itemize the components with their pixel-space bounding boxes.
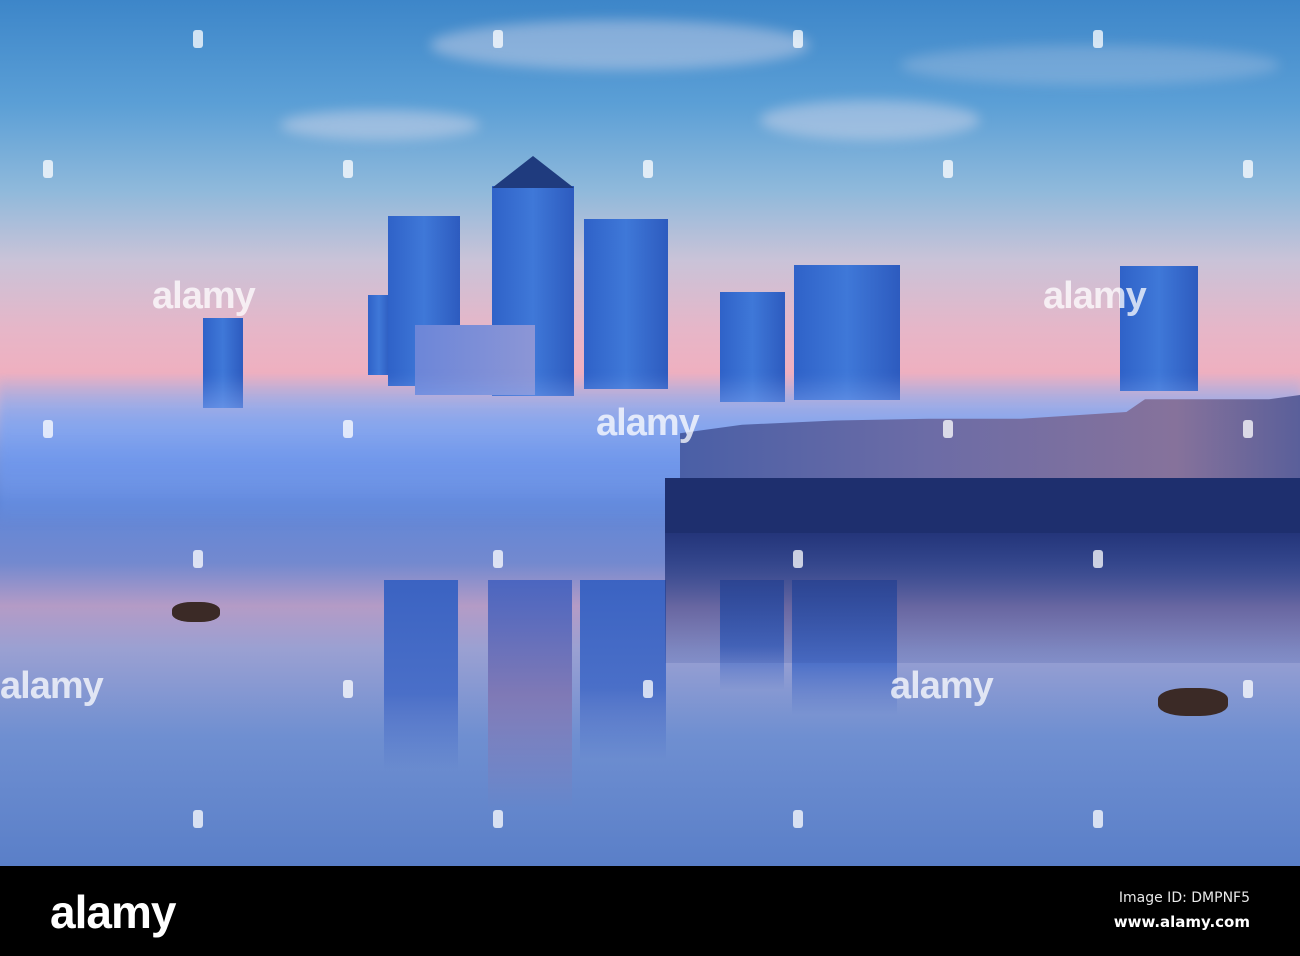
watermark: alamy <box>0 665 104 707</box>
cloud <box>900 45 1280 85</box>
watermark-mark <box>43 160 53 178</box>
embankment-reflection <box>665 533 1300 663</box>
site-url: www.alamy.com <box>1113 913 1250 931</box>
reflection <box>488 580 572 810</box>
cloud <box>760 100 980 140</box>
watermark-mark <box>193 30 203 48</box>
watermark-mark <box>343 680 353 698</box>
pyramid-roof <box>492 156 574 188</box>
watermark-mark <box>193 550 203 568</box>
watermark: alamy <box>1043 275 1147 317</box>
cloud <box>280 110 480 140</box>
watermark-mark <box>643 680 653 698</box>
river-embankment <box>665 478 1300 533</box>
watermark-mark <box>1093 30 1103 48</box>
watermark-mark <box>493 30 503 48</box>
watermark-mark <box>943 160 953 178</box>
watermark-mark <box>1243 160 1253 178</box>
watermark-mark <box>943 420 953 438</box>
watermark-mark <box>793 810 803 828</box>
watermark-mark <box>793 550 803 568</box>
footer-bar <box>0 866 1300 956</box>
buoy <box>1158 688 1228 716</box>
watermark-mark <box>793 30 803 48</box>
alamy-logo: alamy <box>50 886 176 938</box>
watermark-mark <box>643 160 653 178</box>
buoy <box>172 602 220 622</box>
watermark-mark <box>493 810 503 828</box>
photo-canary-wharf-fog: alamy alamy alamy alamy alamy <box>0 0 1300 866</box>
watermark-mark <box>1243 420 1253 438</box>
watermark: alamy <box>152 275 256 317</box>
watermark-mark <box>343 160 353 178</box>
citi-tower <box>584 219 668 389</box>
watermark: alamy <box>890 665 994 707</box>
watermark: alamy <box>596 402 700 444</box>
image-id: Image ID: DMPNF5 <box>1118 890 1250 906</box>
watermark-mark <box>493 550 503 568</box>
reflection <box>384 580 458 770</box>
watermark-mark <box>1243 680 1253 698</box>
watermark-mark <box>1093 550 1103 568</box>
watermark-mark <box>343 420 353 438</box>
watermark-mark <box>193 810 203 828</box>
watermark-mark <box>43 420 53 438</box>
watermark-mark <box>1093 810 1103 828</box>
tower <box>368 295 390 375</box>
reflection <box>580 580 666 760</box>
cloud <box>430 20 810 70</box>
